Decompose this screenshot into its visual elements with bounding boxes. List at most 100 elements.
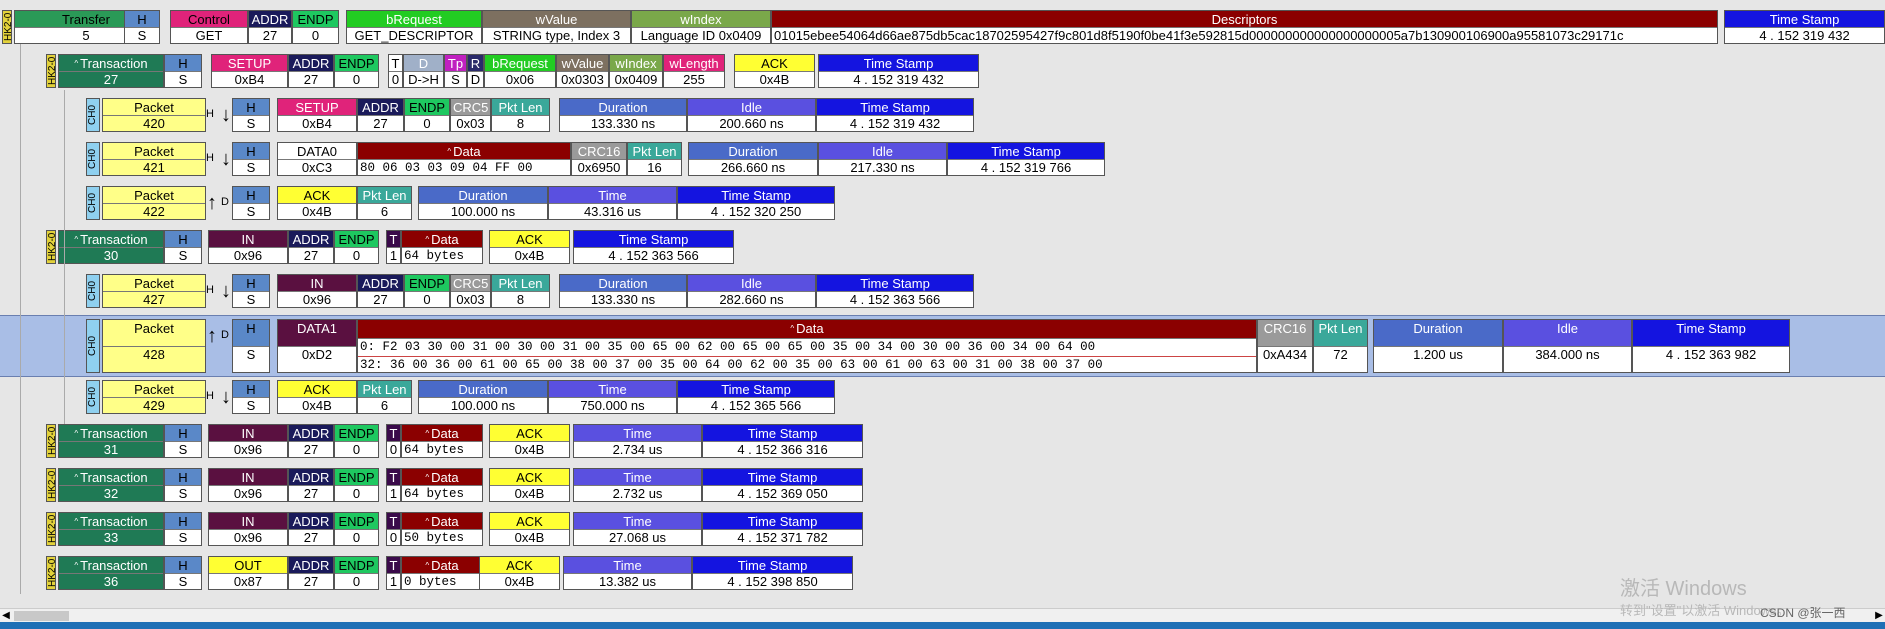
- t-field[interactable]: T1: [386, 556, 401, 590]
- expand-caret-icon[interactable]: ^: [74, 429, 78, 438]
- transaction-row[interactable]: HK2-0 ^ Transaction 27 H S SETUP 0xB4 ADDR 27 ENDP…: [0, 54, 1885, 88]
- data-field[interactable]: ^ Data 64 bytes: [401, 230, 483, 264]
- duration-field[interactable]: Duration 100.000 ns: [418, 380, 548, 414]
- endp-field[interactable]: ENDP 0: [334, 512, 379, 546]
- ack-field[interactable]: ACK 0x4B: [489, 512, 570, 546]
- h-field[interactable]: HS: [124, 10, 160, 44]
- packet-field[interactable]: Packet 422: [102, 186, 206, 220]
- t-field[interactable]: T1: [386, 230, 401, 264]
- crc5-field[interactable]: CRC5 0x03: [450, 274, 491, 308]
- time-stamp-field[interactable]: Time Stamp 4 . 152 319 432: [818, 54, 979, 88]
- packet-field[interactable]: Packet 427: [102, 274, 206, 308]
- descriptors-field[interactable]: Descriptors 01015ebee54064d66ae875db5cac1…: [771, 10, 1718, 44]
- idle-field[interactable]: Idle 282.660 ns: [687, 274, 816, 308]
- time-field[interactable]: Time 27.068 us: [573, 512, 702, 546]
- addr-field[interactable]: ADDR 27: [248, 10, 292, 44]
- scroll-right-arrow-icon[interactable]: ▶: [1873, 609, 1885, 623]
- idle-field[interactable]: Idle 200.660 ns: [687, 98, 816, 132]
- transaction-field[interactable]: ^ Transaction 33: [58, 512, 164, 546]
- in-field[interactable]: IN 0x96: [208, 512, 288, 546]
- endp-field[interactable]: ENDP 0: [404, 274, 450, 308]
- h-field[interactable]: HS: [164, 54, 202, 88]
- ack-field[interactable]: ACK 0x4B: [489, 468, 570, 502]
- expand-caret-icon[interactable]: ^: [425, 561, 429, 570]
- horizontal-scrollbar[interactable]: ◀ ▶: [0, 608, 1885, 623]
- transaction-row[interactable]: HK2-0 ^ Transaction 33 H S IN 0x96 ADDR 27 ENDP 0 T 0…: [0, 512, 1885, 546]
- data-field[interactable]: ^ Data 50 bytes: [401, 512, 483, 546]
- expand-caret-icon[interactable]: ^: [425, 473, 429, 482]
- h-field[interactable]: HS: [232, 380, 270, 414]
- packet-field[interactable]: Packet 421: [102, 142, 206, 176]
- transaction-field[interactable]: ^ Transaction 32: [58, 468, 164, 502]
- transaction-field[interactable]: ^ Transaction 27: [58, 54, 164, 88]
- time-field[interactable]: Time 2.732 us: [573, 468, 702, 502]
- pkt-len-field[interactable]: Pkt Len 8: [491, 274, 550, 308]
- h-field[interactable]: HS: [164, 424, 202, 458]
- expand-caret-icon[interactable]: ^: [425, 429, 429, 438]
- endp-field[interactable]: ENDP 0: [292, 10, 339, 44]
- expand-caret-icon[interactable]: ^: [74, 517, 78, 526]
- h-field[interactable]: HS: [232, 274, 270, 308]
- addr-field[interactable]: ADDR 27: [288, 468, 334, 502]
- time-stamp-field[interactable]: Time Stamp 4 . 152 365 566: [677, 380, 835, 414]
- data-field[interactable]: ^ Data 64 bytes: [401, 468, 483, 502]
- time-stamp-field[interactable]: Time Stamp 4 . 152 363 566: [573, 230, 734, 264]
- ack-field[interactable]: ACK 0x4B: [277, 380, 357, 414]
- h-field[interactable]: HS: [164, 512, 202, 546]
- brequest-field[interactable]: bRequest GET_DESCRIPTOR: [346, 10, 482, 44]
- data-field[interactable]: ^ Data 0 bytes: [401, 556, 483, 590]
- duration-field[interactable]: Duration 1.200 us: [1373, 319, 1503, 373]
- crc5-field[interactable]: CRC5 0x03: [450, 98, 491, 132]
- packet-row[interactable]: CH0 Packet 429 ↓ H H S ACK 0x4B Pkt Len 6 Duration 1…: [0, 380, 1885, 414]
- time-stamp-field[interactable]: Time Stamp 4 . 152 371 782: [702, 512, 863, 546]
- addr-field[interactable]: ADDR 27: [288, 512, 334, 546]
- expand-caret-icon[interactable]: ^: [447, 147, 451, 156]
- time-field[interactable]: Time 750.000 ns: [548, 380, 677, 414]
- duration-field[interactable]: Duration 133.330 ns: [559, 98, 687, 132]
- packet-row[interactable]: CH0 Packet 422 ↑ D H S ACK 0x4B Pkt Len 6 Duration 1…: [0, 186, 1885, 220]
- addr-field[interactable]: ADDR 27: [288, 556, 334, 590]
- idle-field[interactable]: Idle 217.330 ns: [818, 142, 947, 176]
- data1-field[interactable]: DATA1 0xD2: [277, 319, 357, 373]
- h-field[interactable]: HS: [232, 142, 270, 176]
- data-field[interactable]: ^ Data 64 bytes: [401, 424, 483, 458]
- scroll-thumb[interactable]: [14, 611, 69, 621]
- d-field[interactable]: D D->H: [403, 54, 444, 88]
- expand-caret-icon[interactable]: ^: [74, 473, 78, 482]
- time-stamp-field[interactable]: Time Stamp 4 . 152 319 766: [947, 142, 1105, 176]
- addr-field[interactable]: ADDR 27: [357, 274, 404, 308]
- time-field[interactable]: Time 43.316 us: [548, 186, 677, 220]
- windex-field[interactable]: wIndex Language ID 0x0409: [631, 10, 771, 44]
- ack-field[interactable]: ACK 0x4B: [277, 186, 357, 220]
- control-field[interactable]: Control GET: [170, 10, 248, 44]
- h-field[interactable]: HS: [164, 468, 202, 502]
- time-stamp-field[interactable]: Time Stamp 4 . 152 319 432: [1724, 10, 1885, 44]
- endp-field[interactable]: ENDP 0: [334, 468, 379, 502]
- time-stamp-field[interactable]: Time Stamp 4 . 152 363 566: [816, 274, 974, 308]
- in-field[interactable]: IN 0x96: [277, 274, 357, 308]
- time-stamp-field[interactable]: Time Stamp 4 . 152 398 850: [692, 556, 853, 590]
- pkt-len-field[interactable]: Pkt Len 6: [357, 186, 412, 220]
- endp-field[interactable]: ENDP 0: [334, 424, 379, 458]
- wlength-field[interactable]: wLength 255: [663, 54, 725, 88]
- time-stamp-field[interactable]: Time Stamp 4 . 152 363 982: [1632, 319, 1790, 373]
- transaction-field[interactable]: ^ Transaction 36: [58, 556, 164, 590]
- duration-field[interactable]: Duration 266.660 ns: [688, 142, 818, 176]
- t-field[interactable]: T1: [386, 468, 401, 502]
- out-field[interactable]: OUT 0x87: [208, 556, 288, 590]
- ack-field[interactable]: ACK 0x4B: [489, 230, 570, 264]
- duration-field[interactable]: Duration 133.330 ns: [559, 274, 687, 308]
- t-field[interactable]: T0: [386, 424, 401, 458]
- pkt-len-field[interactable]: Pkt Len 8: [491, 98, 550, 132]
- in-field[interactable]: IN 0x96: [208, 230, 288, 264]
- in-field[interactable]: IN 0x96: [208, 424, 288, 458]
- windex-field[interactable]: wIndex 0x0409: [609, 54, 663, 88]
- packet-field[interactable]: Packet 428: [102, 319, 206, 373]
- endp-field[interactable]: ENDP 0: [404, 98, 450, 132]
- idle-field[interactable]: Idle 384.000 ns: [1503, 319, 1632, 373]
- addr-field[interactable]: ADDR 27: [288, 424, 334, 458]
- expand-caret-icon[interactable]: ^: [74, 59, 78, 68]
- expand-caret-icon[interactable]: ^: [790, 324, 794, 333]
- time-field[interactable]: Time 13.382 us: [563, 556, 692, 590]
- ack-field[interactable]: ACK 0x4B: [479, 556, 560, 590]
